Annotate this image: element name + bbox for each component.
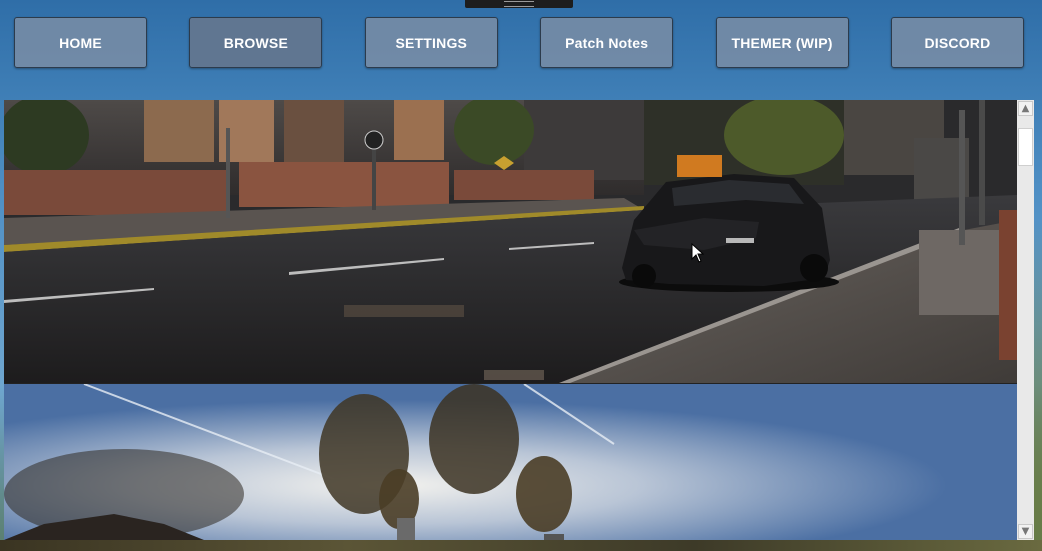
sky-smokestacks-image xyxy=(4,384,1017,540)
themer-button-label: THEMER (WIP) xyxy=(731,34,833,51)
mouse-pointer-icon xyxy=(691,242,705,268)
arrow-down-icon[interactable]: ▼ xyxy=(1018,524,1033,539)
gallery-image-street[interactable] xyxy=(4,100,1017,383)
patch-notes-button-label: Patch Notes xyxy=(565,34,649,51)
top-navigation: HOME BROWSE SETTINGS Patch Notes THEMER … xyxy=(14,17,1024,70)
screenshot-gallery[interactable] xyxy=(4,100,1017,540)
home-button-label: HOME xyxy=(59,34,102,51)
gallery-image-sky[interactable] xyxy=(4,384,1017,540)
browse-button-label: BROWSE xyxy=(223,34,288,51)
discord-button-label: DISCORD xyxy=(924,34,991,51)
window-drag-handle[interactable] xyxy=(465,0,573,8)
settings-button[interactable]: SETTINGS xyxy=(364,17,498,68)
street-scene-image xyxy=(4,100,1017,383)
home-button[interactable]: HOME xyxy=(14,17,147,68)
drag-handle-grip xyxy=(504,1,534,7)
gallery-scrollbar[interactable]: ▲ ▼ xyxy=(1017,100,1034,540)
arrow-up-icon[interactable]: ▲ xyxy=(1018,101,1033,116)
settings-button-label: SETTINGS xyxy=(395,34,468,51)
themer-button[interactable]: THEMER (WIP) xyxy=(715,17,849,68)
discord-button[interactable]: DISCORD xyxy=(890,17,1024,68)
patch-notes-button[interactable]: Patch Notes xyxy=(540,17,674,68)
browse-button[interactable]: BROWSE xyxy=(189,17,323,68)
scrollbar-thumb[interactable] xyxy=(1018,128,1033,166)
background-ground-strip xyxy=(0,540,1042,551)
